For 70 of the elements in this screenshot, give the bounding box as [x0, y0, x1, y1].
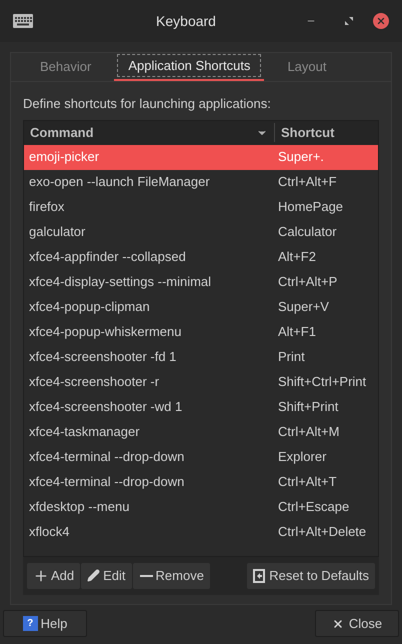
- table-row[interactable]: exo-open --launch FileManager Ctrl+Alt+F: [24, 170, 378, 194]
- close-dialog-button[interactable]: Close: [315, 610, 399, 637]
- tab[interactable]: Layout: [278, 52, 336, 81]
- shortcut-cell-text: Alt+F1: [277, 323, 317, 342]
- shortcut-cell-text: Ctrl+Alt+Delete: [277, 523, 368, 542]
- table-row[interactable]: xfce4-screenshooter -r Shift+Ctrl+Print: [24, 370, 378, 394]
- table-row[interactable]: emoji-picker Super+.: [24, 144, 378, 170]
- close-icon: [376, 16, 386, 26]
- command-cell-text: exo-open --launch FileManager: [28, 173, 211, 192]
- command-cell-text: xfce4-popup-whiskermenu: [28, 323, 182, 342]
- help-button[interactable]: ? Help: [3, 610, 87, 637]
- command-cell-text: xfce4-screenshooter -fd 1: [28, 348, 178, 366]
- command-cell-text: xfce4-popup-clipman: [28, 298, 151, 316]
- table-row[interactable]: xfce4-popup-clipman Super+V: [24, 294, 378, 320]
- shortcut-cell-text: Ctrl+Alt+T: [277, 473, 338, 492]
- command-cell-text: xfce4-taskmanager: [28, 423, 141, 442]
- edit-button[interactable]: Edit: [81, 562, 132, 588]
- shortcut-cell-text: Explorer: [277, 448, 328, 466]
- column-header[interactable]: Shortcut: [274, 122, 378, 142]
- command-cell-text: galculator: [28, 223, 86, 242]
- command-cell-text: firefox: [28, 198, 66, 216]
- remove-button[interactable]: Remove: [132, 562, 210, 588]
- add-button[interactable]: Add: [27, 562, 80, 588]
- shortcut-cell-text: Calculator: [277, 223, 338, 242]
- table-row[interactable]: firefox HomePage: [24, 194, 378, 220]
- command-cell-text: xfce4-display-settings --minimal: [28, 273, 212, 292]
- table-row[interactable]: xflock4 Ctrl+Alt+Delete: [24, 520, 378, 544]
- table-row[interactable]: xfce4-terminal --drop-down Ctrl+Alt+T: [24, 470, 378, 494]
- pencil-icon: [87, 569, 100, 582]
- maximize-icon: [345, 17, 353, 25]
- shortcut-cell-text: Shift+Ctrl+Print: [277, 373, 368, 392]
- table-row[interactable]: xfce4-display-settings --minimal Ctrl+Alt+P: [24, 270, 378, 294]
- command-cell-text: xfce4-terminal --drop-down: [28, 473, 186, 492]
- command-cell-text: xfce4-appfinder --collapsed: [28, 248, 187, 266]
- table-row[interactable]: xfce4-popup-whiskermenu Alt+F1: [24, 320, 378, 344]
- column-header[interactable]: Command: [24, 122, 274, 142]
- reset-button[interactable]: Reset to Defaults: [247, 562, 375, 588]
- shortcut-cell-text: Super+V: [277, 298, 330, 316]
- minus-icon: [140, 574, 153, 576]
- close-icon: [332, 618, 344, 630]
- shortcut-cell-text: Shift+Print: [277, 398, 340, 416]
- close-button[interactable]: [373, 13, 389, 29]
- shortcut-cell-text: Super+.: [277, 148, 325, 166]
- shortcut-cell-text: Ctrl+Alt+M: [277, 423, 340, 442]
- table-row[interactable]: galculator Calculator: [24, 220, 378, 244]
- tab[interactable]: Behavior: [31, 52, 100, 81]
- command-cell-text: xflock4: [28, 523, 70, 542]
- reset-icon: [253, 568, 266, 582]
- window-title: Keyboard: [155, 12, 217, 31]
- description-text: Define shortcuts for launching applications:: [23, 95, 272, 113]
- shortcut-cell-text: HomePage: [277, 198, 344, 216]
- table-row[interactable]: xfce4-terminal --drop-down Explorer: [24, 444, 378, 470]
- table-row[interactable]: xfdesktop --menu Ctrl+Escape: [24, 494, 378, 520]
- shortcut-cell-text: Ctrl+Alt+F: [277, 173, 338, 192]
- shortcut-cell-text: Print: [277, 348, 306, 366]
- shortcut-cell-text: Ctrl+Escape: [277, 498, 350, 516]
- table-row[interactable]: xfce4-appfinder --collapsed Alt+F2: [24, 244, 378, 270]
- command-cell-text: emoji-picker: [28, 148, 100, 166]
- keyboard-icon: [13, 14, 33, 28]
- command-cell-text: xfce4-screenshooter -r: [28, 373, 160, 392]
- command-cell-text: xfce4-screenshooter -wd 1: [28, 398, 184, 416]
- table-row[interactable]: xfce4-screenshooter -fd 1 Print: [24, 344, 378, 370]
- shortcut-cell-text: Alt+F2: [277, 248, 317, 266]
- plus-icon: [33, 568, 49, 584]
- table-row[interactable]: xfce4-screenshooter -wd 1 Shift+Print: [24, 394, 378, 420]
- help-icon: ?: [22, 616, 38, 631]
- command-cell-text: xfce4-terminal --drop-down: [28, 448, 186, 466]
- table-row[interactable]: xfce4-taskmanager Ctrl+Alt+M: [24, 420, 378, 444]
- shortcut-cell-text: Ctrl+Alt+P: [277, 273, 338, 292]
- command-cell-text: xfdesktop --menu: [28, 498, 130, 516]
